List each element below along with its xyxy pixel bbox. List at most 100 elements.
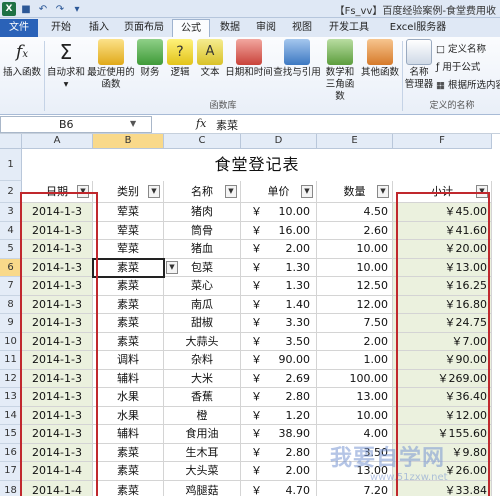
name-cell[interactable]: 橙: [164, 406, 241, 425]
category-cell[interactable]: 水果: [93, 388, 164, 407]
date-cell[interactable]: 2014-1-3: [22, 351, 93, 370]
date-cell[interactable]: 2014-1-3: [22, 203, 93, 222]
header-cell[interactable]: 数量 ▼: [317, 181, 393, 203]
subtotal-cell[interactable]: ￥269.00: [393, 369, 492, 388]
row-header-6[interactable]: 6: [0, 258, 22, 277]
subtotal-cell[interactable]: ￥16.25: [393, 277, 492, 296]
category-cell[interactable]: 素菜: [93, 443, 164, 462]
price-cell[interactable]: ￥ 4.70: [241, 480, 317, 496]
name-cell[interactable]: 香蕉: [164, 388, 241, 407]
price-cell[interactable]: ￥ 3.30: [241, 314, 317, 333]
subtotal-cell[interactable]: ￥90.00: [393, 351, 492, 370]
category-cell[interactable]: 辅料: [93, 425, 164, 444]
subtotal-cell[interactable]: ￥12.00: [393, 406, 492, 425]
use-in-formula-button[interactable]: ƒ 用于公式: [436, 59, 480, 73]
date-cell[interactable]: 2014-1-3: [22, 295, 93, 314]
date-cell[interactable]: 2014-1-3: [22, 369, 93, 388]
row-header-3[interactable]: 3: [0, 203, 22, 222]
price-cell[interactable]: ￥ 1.20: [241, 406, 317, 425]
subtotal-cell[interactable]: ￥36.40: [393, 388, 492, 407]
header-cell[interactable]: 名称 ▼: [164, 181, 241, 203]
price-cell[interactable]: ￥ 3.50: [241, 332, 317, 351]
tab-view[interactable]: 视图: [286, 19, 318, 37]
row-header-2[interactable]: 2: [0, 181, 22, 203]
create-from-selection-button[interactable]: ▦ 根据所选内容: [436, 77, 500, 91]
tab-insert[interactable]: 插入: [82, 19, 116, 37]
date-cell[interactable]: 2014-1-3: [22, 388, 93, 407]
redo-icon[interactable]: ↷: [53, 2, 67, 16]
row-header-10[interactable]: 10: [0, 332, 22, 351]
price-cell[interactable]: ￥ 1.30: [241, 258, 317, 277]
category-cell[interactable]: 素菜: [93, 295, 164, 314]
row-header-18[interactable]: 18: [0, 480, 22, 496]
price-cell[interactable]: ￥ 2.80: [241, 443, 317, 462]
tab-formulas[interactable]: 公式: [172, 19, 210, 37]
autosum-button[interactable]: Σ 自动求和 ▾: [46, 39, 86, 91]
filter-dropdown-icon[interactable]: ▼: [148, 185, 160, 198]
name-cell[interactable]: 生木耳: [164, 443, 241, 462]
text-button[interactable]: A 文本: [196, 39, 224, 79]
price-cell[interactable]: ￥ 2.80: [241, 388, 317, 407]
name-cell[interactable]: 甜椒: [164, 314, 241, 333]
row-header-5[interactable]: 5: [0, 240, 22, 259]
name-cell[interactable]: 大米: [164, 369, 241, 388]
header-cell[interactable]: 日期 ▼: [22, 181, 93, 203]
quantity-cell[interactable]: 10.00: [317, 406, 393, 425]
category-cell[interactable]: 素菜: [93, 332, 164, 351]
price-cell[interactable]: ￥ 1.30: [241, 277, 317, 296]
category-cell[interactable]: 荤菜: [93, 240, 164, 259]
price-cell[interactable]: ￥ 2.00: [241, 240, 317, 259]
subtotal-cell[interactable]: ￥20.00: [393, 240, 492, 259]
date-cell[interactable]: 2014-1-4: [22, 462, 93, 481]
validation-dropdown-icon[interactable]: ▼: [166, 260, 178, 274]
row-header-13[interactable]: 13: [0, 388, 22, 407]
name-cell[interactable]: 鸡腿菇: [164, 480, 241, 496]
row-header-4[interactable]: 4: [0, 221, 22, 240]
column-header-a[interactable]: A: [22, 134, 93, 149]
filter-dropdown-icon[interactable]: ▼: [77, 185, 89, 198]
insert-function-button[interactable]: fx 插入函数: [2, 39, 42, 79]
subtotal-cell[interactable]: ￥41.60: [393, 221, 492, 240]
tab-developer[interactable]: 开发工具: [324, 19, 374, 37]
tab-home[interactable]: 开始: [44, 19, 78, 37]
quantity-cell[interactable]: 100.00: [317, 369, 393, 388]
more-functions-button[interactable]: 其他函数: [360, 39, 400, 79]
price-cell[interactable]: ￥ 10.00: [241, 203, 317, 222]
date-cell[interactable]: 2014-1-3: [22, 277, 93, 296]
price-cell[interactable]: ￥ 1.40: [241, 295, 317, 314]
column-header-b[interactable]: B: [93, 134, 164, 149]
tab-review[interactable]: 审阅: [250, 19, 282, 37]
row-header-14[interactable]: 14: [0, 406, 22, 425]
date-cell[interactable]: 2014-1-3: [22, 240, 93, 259]
price-cell[interactable]: ￥ 2.69: [241, 369, 317, 388]
quantity-cell[interactable]: 2.00: [317, 332, 393, 351]
date-cell[interactable]: 2014-1-3: [22, 443, 93, 462]
quantity-cell[interactable]: 10.00: [317, 240, 393, 259]
save-icon[interactable]: ■: [19, 2, 33, 16]
name-cell[interactable]: 猪血: [164, 240, 241, 259]
category-cell[interactable]: 素菜: [93, 314, 164, 333]
date-cell[interactable]: 2014-1-3: [22, 221, 93, 240]
column-header-f[interactable]: F: [393, 134, 492, 149]
date-cell[interactable]: 2014-1-3: [22, 406, 93, 425]
subtotal-cell[interactable]: ￥13.00: [393, 258, 492, 277]
row-header-15[interactable]: 15: [0, 425, 22, 444]
date-cell[interactable]: 2014-1-3: [22, 258, 93, 277]
name-manager-button[interactable]: 名称 管理器: [404, 39, 434, 91]
name-cell[interactable]: 大蒜头: [164, 332, 241, 351]
category-cell[interactable]: 素菜: [93, 462, 164, 481]
quantity-cell[interactable]: 12.00: [317, 295, 393, 314]
customize-qat-icon[interactable]: ▾: [70, 2, 84, 16]
name-cell[interactable]: 菜心: [164, 277, 241, 296]
quantity-cell[interactable]: 2.60: [317, 221, 393, 240]
category-cell[interactable]: 调料: [93, 351, 164, 370]
name-cell[interactable]: 筒骨: [164, 221, 241, 240]
lookup-button[interactable]: 查找与引用: [272, 39, 322, 79]
category-cell[interactable]: 素菜: [93, 480, 164, 496]
category-cell[interactable]: 荤菜: [93, 221, 164, 240]
date-cell[interactable]: 2014-1-3: [22, 332, 93, 351]
price-cell[interactable]: ￥ 90.00: [241, 351, 317, 370]
name-cell[interactable]: 食用油: [164, 425, 241, 444]
category-cell[interactable]: 荤菜: [93, 203, 164, 222]
subtotal-cell[interactable]: ￥7.00: [393, 332, 492, 351]
